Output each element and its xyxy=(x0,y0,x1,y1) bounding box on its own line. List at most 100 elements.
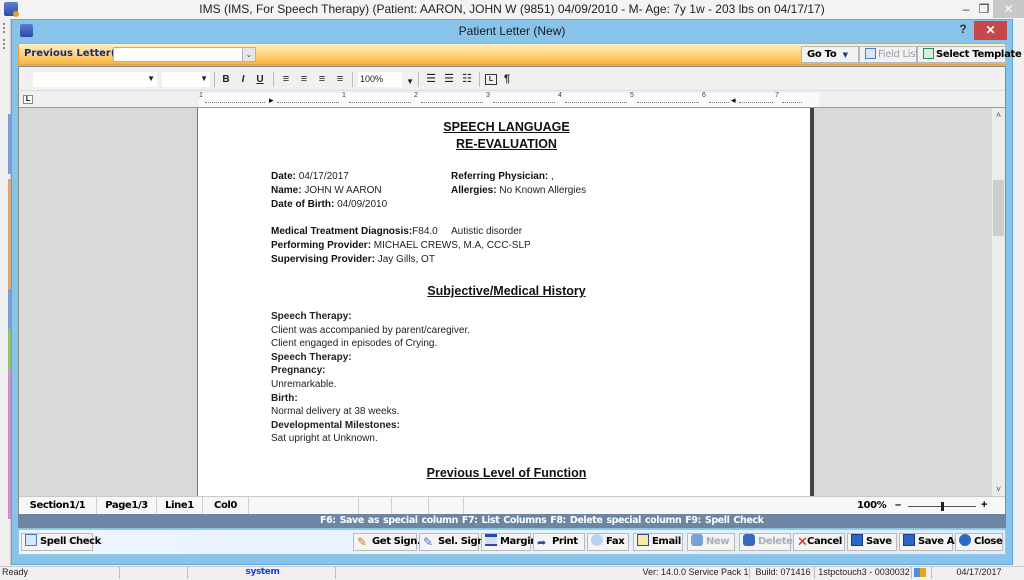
toolbar-divider xyxy=(418,72,419,87)
font-family-select[interactable]: ▼ xyxy=(33,72,157,87)
delete-button[interactable]: Delete xyxy=(739,533,793,551)
ruler-mark: 4 xyxy=(558,92,562,99)
align-justify-icon[interactable]: ≡ xyxy=(333,72,347,87)
current-user: system xyxy=(188,567,336,579)
save-button[interactable]: Save xyxy=(847,533,897,551)
fax-icon xyxy=(591,534,603,546)
ruler-ticks xyxy=(493,97,555,103)
patient-letter-dialog: Patient Letter (New) ? ✕ Previous Letter… xyxy=(11,19,1022,565)
close-circle-icon xyxy=(959,534,971,546)
date-field: Date: 04/17/2017 xyxy=(271,171,349,182)
italic-button[interactable]: I xyxy=(236,72,250,87)
letter-toolbar: Previous Letter(s): ⌄ Go To ▼ Field List… xyxy=(18,43,1022,65)
help-button[interactable]: ? xyxy=(956,22,970,38)
ruler-strip[interactable]: 1 ▸ 1 2 3 4 5 6 ◂ 7 xyxy=(199,92,819,107)
station-info: 1stpctouch3 - 0030032 xyxy=(815,567,912,579)
app-close-button[interactable]: ✕ xyxy=(993,0,1024,18)
select-template-button[interactable]: Select Template xyxy=(917,46,1022,63)
diagnosis-description: Autistic disorder xyxy=(451,226,523,237)
spell-check-label: Spell Check xyxy=(40,536,101,547)
font-size-select[interactable]: ▼ xyxy=(162,72,210,87)
previous-letters-select[interactable]: ⌄ xyxy=(113,47,256,62)
chevron-down-icon[interactable]: ⌄ xyxy=(242,48,255,61)
align-right-icon[interactable]: ≡ xyxy=(297,72,311,87)
dropdown-arrow-icon: ▼ xyxy=(406,77,414,86)
fax-button[interactable]: Fax xyxy=(587,533,629,551)
print-label: Print xyxy=(552,536,578,547)
spell-check-button[interactable]: Spell Check xyxy=(21,533,101,551)
doc-title-line2: RE-EVALUATION xyxy=(456,137,557,151)
select-signature-label: Sel. Sign. xyxy=(438,536,488,547)
dropdown-arrow-icon: ▼ xyxy=(147,74,155,83)
zoom-out-button[interactable]: – xyxy=(895,497,901,514)
close-button[interactable]: Close xyxy=(955,533,1003,551)
email-button[interactable]: Email xyxy=(633,533,683,551)
scroll-up-icon[interactable]: ˄ xyxy=(992,110,1005,120)
ruler-ticks xyxy=(739,97,773,103)
performing-provider-field: Performing Provider: MICHAEL CREWS, M.A,… xyxy=(271,240,531,251)
close-label: Close xyxy=(974,536,1003,547)
new-button[interactable]: New xyxy=(687,533,735,551)
email-icon xyxy=(637,534,649,546)
status-date: 04/17/2017 xyxy=(956,567,1002,577)
dialog-close-button[interactable]: ✕ xyxy=(974,21,1007,40)
save-as-label: Save As xyxy=(918,536,960,547)
zoom-select[interactable]: 100% ▼ xyxy=(358,72,414,87)
bold-button[interactable]: B xyxy=(219,72,233,87)
name-field: Name: JOHN W AARON xyxy=(271,185,382,196)
cancel-button[interactable]: ✕Cancel xyxy=(793,533,845,551)
toolbar-divider xyxy=(352,72,353,87)
multilevel-list-icon[interactable]: ☷ xyxy=(460,72,474,87)
cancel-x-icon: ✕ xyxy=(797,535,808,550)
margin-button[interactable]: Margin xyxy=(481,533,537,551)
save-as-button[interactable]: Save As xyxy=(899,533,960,551)
print-button[interactable]: ➦ Print xyxy=(533,533,585,551)
right-indent-marker[interactable]: ◂ xyxy=(731,95,736,106)
history-line: Unremarkable. xyxy=(271,379,337,390)
delete-document-icon xyxy=(743,534,755,546)
document-page[interactable]: SPEECH LANGUAGE RE-EVALUATION Date: 04/1… xyxy=(197,108,814,496)
vertical-scrollbar[interactable]: ˄ ˅ xyxy=(992,108,1005,496)
ruler-mark: 6 xyxy=(702,92,706,99)
ruler-mark: 2 xyxy=(414,92,418,99)
tab-stop-icon[interactable]: L xyxy=(485,74,497,85)
numbered-list-icon[interactable]: ☰ xyxy=(424,72,438,87)
margin-label: Margin xyxy=(500,536,537,547)
tab-type-selector[interactable]: L xyxy=(23,95,33,104)
floppy-disk-icon xyxy=(851,534,863,546)
ruler-ticks xyxy=(637,97,699,103)
underline-button[interactable]: U xyxy=(253,72,267,87)
new-label: New xyxy=(706,536,730,547)
history-subheading: Developmental Milestones: xyxy=(271,419,400,431)
dropdown-arrow-icon: ▼ xyxy=(842,51,848,59)
left-indent-marker[interactable]: ▸ xyxy=(269,95,274,106)
document-viewport[interactable]: SPEECH LANGUAGE RE-EVALUATION Date: 04/1… xyxy=(19,108,992,496)
goto-button[interactable]: Go To ▼ xyxy=(801,46,859,63)
align-center-icon[interactable]: ≡ xyxy=(315,72,329,87)
select-signature-button[interactable]: ✎ Sel. Sign. xyxy=(419,533,488,551)
app-status-bar: Ready system Ver: 14.0.0 Service Pack 1 … xyxy=(0,566,1024,579)
ruler-ticks xyxy=(709,97,729,103)
scrollbar-thumb[interactable] xyxy=(993,180,1004,237)
zoom-select-value: 100% xyxy=(360,74,384,84)
print-icon: ➦ xyxy=(537,536,546,549)
scroll-down-icon[interactable]: ˅ xyxy=(992,484,1005,494)
action-bar: Spell Check ✎ Get Sign. ✎ Sel. Sign. Margi… xyxy=(18,529,1006,555)
zoom-in-button[interactable]: + xyxy=(981,497,987,514)
ruler[interactable]: L 1 ▸ 1 2 3 4 5 6 ◂ 7 xyxy=(19,91,1005,108)
ruler-ticks xyxy=(205,97,265,103)
format-toolbar: ▼ ▼ B I U ≡ ≡ ≡ ≡ 100% ▼ ☰ ☰ ☷ L ¶ xyxy=(19,67,1005,91)
zoom-slider-handle[interactable] xyxy=(941,502,944,511)
field-list-button[interactable]: Field List xyxy=(859,46,919,63)
align-left-icon[interactable]: ≡ xyxy=(279,72,293,87)
goto-label: Go To xyxy=(807,49,837,60)
bullet-list-icon[interactable]: ☰ xyxy=(442,72,456,87)
email-label: Email xyxy=(652,536,681,547)
delete-label: Delete xyxy=(758,536,793,547)
status-cell xyxy=(359,497,392,515)
fax-label: Fax xyxy=(606,536,625,547)
show-formatting-button[interactable]: ¶ xyxy=(501,72,513,87)
get-signature-button[interactable]: ✎ Get Sign. xyxy=(353,533,421,551)
ruler-mark: 7 xyxy=(775,92,779,99)
save-label: Save xyxy=(866,536,892,547)
